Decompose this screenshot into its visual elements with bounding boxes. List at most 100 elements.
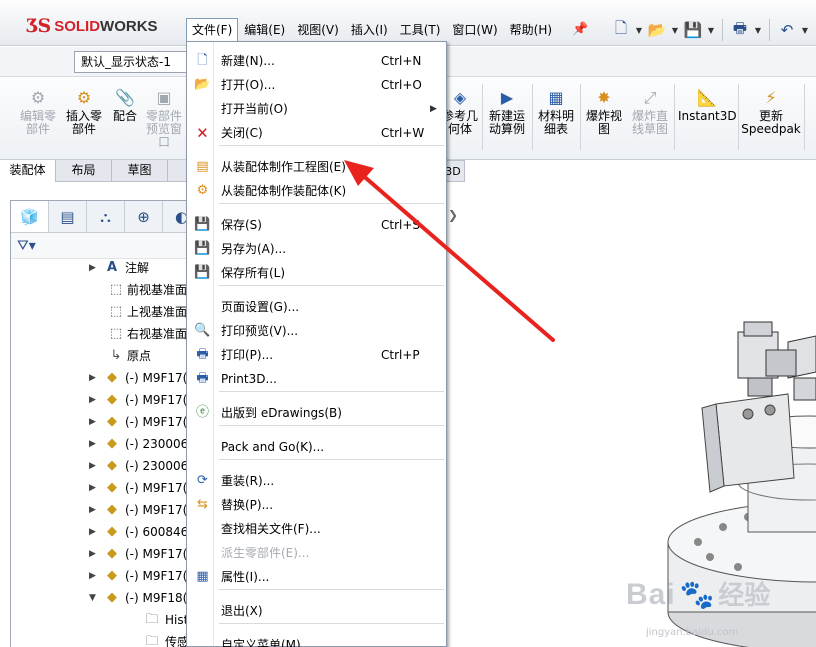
configuration-manager-icon[interactable]: ⛬ <box>87 201 125 232</box>
filter-icon[interactable]: ⛛▾ <box>17 238 36 254</box>
undo-icon[interactable]: ↶ <box>776 19 798 41</box>
tree-item[interactable]: ▼ ◆ (-) M9F18( <box>11 587 201 609</box>
menu-window[interactable]: 窗口(W) <box>446 18 503 42</box>
part-preview-button[interactable]: ▣ 零部件 预览窗 口 <box>142 88 186 149</box>
expand-arrow-icon[interactable]: ▶ <box>89 411 99 433</box>
explode-line-icon: ⤢ <box>643 88 657 107</box>
tree-item[interactable]: ↳ 原点 <box>11 345 201 367</box>
tree-item[interactable]: ▶ ◆ (-) M9F17( <box>11 367 201 389</box>
file-menu-item[interactable]: 📂 打开(O)... Ctrl+O <box>187 73 446 97</box>
file-menu-item[interactable]: 🔍 打印预览(V)... <box>187 319 446 343</box>
file-menu-item[interactable]: 退出(X) <box>187 599 446 623</box>
file-menu-item[interactable]: 🗙 关闭(C) Ctrl+W <box>187 121 446 145</box>
expand-arrow-icon[interactable]: ▶ <box>89 433 99 455</box>
expand-arrow-icon[interactable]: ▶ <box>89 521 99 543</box>
chevron-down-icon[interactable]: ▼ <box>706 19 716 41</box>
save-icon[interactable]: 💾 <box>682 19 704 41</box>
tree-item[interactable]: ▶ ◆ (-) M9F17( <box>11 499 201 521</box>
tree-item[interactable]: ▶ ◆ (-) M9F17( <box>11 543 201 565</box>
tree-item[interactable]: ▶ ◆ (-) M9F17( <box>11 411 201 433</box>
tree-item[interactable]: ▶ ◆ (-) 230006 <box>11 455 201 477</box>
expand-arrow-icon[interactable]: ▶ <box>89 565 99 587</box>
expand-arrow-icon[interactable]: ▶ <box>89 367 99 389</box>
expand-arrow-icon[interactable]: ▶ <box>89 455 99 477</box>
shortcut-text: Ctrl+O <box>381 78 422 92</box>
chevron-down-icon[interactable]: ▼ <box>753 19 763 41</box>
expand-arrow-icon[interactable]: ▶ <box>89 389 99 411</box>
tree-item[interactable]: ⬚ 前视基准面 <box>11 279 201 301</box>
file-menu-item[interactable]: 🖶 Print3D... <box>187 367 446 391</box>
tree-item[interactable]: ▶ ◆ (-) M9F17( <box>11 565 201 587</box>
tree-item[interactable]: ▶ ◆ (-) M9F17( <box>11 477 201 499</box>
tree-item[interactable]: ⬚ 右视基准面 <box>11 323 201 345</box>
chevron-down-icon[interactable]: ▼ <box>670 19 680 41</box>
print-icon[interactable]: 🖶 <box>729 19 751 41</box>
expand-arrow-icon[interactable]: ▶ <box>89 499 99 521</box>
chevron-down-icon[interactable]: ▼ <box>634 19 644 41</box>
insert-part-button[interactable]: ⚙ 插入零 部件 <box>62 88 106 136</box>
expand-arrow-icon[interactable]: ▶ <box>89 257 99 279</box>
tree-item[interactable]: ▶ A 注解 <box>11 257 201 279</box>
explode-line-sketch-button[interactable]: ⤢ 爆炸直 线草图 <box>628 88 672 136</box>
expand-arrow-icon[interactable]: ▶ <box>89 543 99 565</box>
file-menu-item[interactable]: 页面设置(G)... <box>187 295 446 319</box>
command-separator <box>674 84 675 150</box>
tab-sketch[interactable]: 草图 <box>112 160 168 182</box>
file-menu-item[interactable]: ⚙ 从装配体制作装配体(K) <box>187 179 446 203</box>
property-manager-icon[interactable]: ▤ <box>49 201 87 232</box>
chevron-right-icon[interactable]: ❯ <box>448 208 458 222</box>
file-menu-item[interactable]: ▤ 从装配体制作工程图(E) <box>187 155 446 179</box>
mate-button[interactable]: 📎 配合 <box>106 88 144 123</box>
file-menu-item[interactable]: 🗋 新建(N)... Ctrl+N <box>187 49 446 73</box>
part-preview-icon: ▣ <box>156 88 172 107</box>
tree-item[interactable]: 🗀 传感器 <box>11 631 201 647</box>
file-menu-item[interactable]: 💾 保存(S) Ctrl+S <box>187 213 446 237</box>
edit-part-label: 编辑零 部件 <box>19 109 56 136</box>
menu-edit[interactable]: 编辑(E) <box>238 18 291 42</box>
file-menu-item[interactable]: 💾 保存所有(L) <box>187 261 446 285</box>
tree-item[interactable]: ⬚ 上视基准面 <box>11 301 201 323</box>
file-menu-item-label: Pack and Go(K)... <box>221 440 325 454</box>
exploded-view-button[interactable]: ✸ 爆炸视 图 <box>582 88 626 136</box>
new-motion-study-button[interactable]: ▶ 新建运 动算例 <box>484 88 530 136</box>
menu-file[interactable]: 文件(F) <box>186 18 239 42</box>
display-state-dropdown[interactable]: 默认_显示状态-1 <box>74 51 192 73</box>
menu-view[interactable]: 视图(V) <box>291 18 345 42</box>
dimxpert-icon[interactable]: ⊕ <box>125 201 163 232</box>
tab-layout[interactable]: 布局 <box>56 160 112 182</box>
tree-item[interactable]: ▶ ◆ (-) 600846 <box>11 521 201 543</box>
tab-assembly[interactable]: 装配体 <box>0 160 56 182</box>
chevron-down-icon[interactable]: ▼ <box>800 19 810 41</box>
file-menu-item[interactable]: ⇆ 替换(P)... <box>187 493 446 517</box>
file-menu-item[interactable]: 派生零部件(E)... <box>187 541 446 565</box>
file-menu-item[interactable]: 查找相关文件(F)... <box>187 517 446 541</box>
tree-item-label: (-) M9F17( <box>125 393 188 407</box>
file-menu-item[interactable]: 自定义菜单(M) <box>187 633 446 647</box>
file-menu-item[interactable]: 💾 另存为(A)... <box>187 237 446 261</box>
menu-help[interactable]: 帮助(H) <box>504 18 558 42</box>
bom-button[interactable]: ▦ 材料明 细表 <box>534 88 578 136</box>
file-menu-item[interactable]: ⟳ 重装(R)... <box>187 469 446 493</box>
tree-item[interactable]: ▶ ◆ (-) M9F17( <box>11 389 201 411</box>
menu-insert[interactable]: 插入(I) <box>345 18 394 42</box>
file-menu-item[interactable]: ▦ 属性(I)... <box>187 565 446 589</box>
collapse-arrow-icon[interactable]: ▼ <box>89 587 99 609</box>
menu-tools[interactable]: 工具(T) <box>394 18 447 42</box>
tree-item[interactable]: ▶ ◆ (-) 230006 <box>11 433 201 455</box>
file-menu-item[interactable]: Pack and Go(K)... <box>187 435 446 459</box>
feature-manager-tree-icon[interactable]: 🧊 <box>11 201 49 232</box>
file-menu-item-label: 退出(X) <box>221 604 263 618</box>
file-menu-item[interactable]: ⓔ 出版到 eDrawings(B) <box>187 401 446 425</box>
open-folder-icon[interactable]: 📂 <box>646 19 668 41</box>
new-document-icon[interactable]: 🗋 <box>610 19 632 41</box>
solidworks-logo[interactable]: ƷS SOLID WORKS <box>26 14 158 38</box>
shortcut-text: Ctrl+P <box>381 348 420 362</box>
pin-menu-icon[interactable]: 📌 <box>572 22 588 37</box>
instant3d-button[interactable]: 📐 Instant3D <box>678 88 737 123</box>
expand-arrow-icon[interactable]: ▶ <box>89 477 99 499</box>
file-menu-item[interactable]: 🖶 打印(P)... Ctrl+P <box>187 343 446 367</box>
edit-part-button[interactable]: ⚙ 编辑零 部件 <box>16 88 60 136</box>
update-speedpak-button[interactable]: ⚡ 更新 Speedpak <box>740 88 802 136</box>
tree-item[interactable]: 🗀 Histor <box>11 609 201 631</box>
file-menu-item[interactable]: 打开当前(O) ▶ <box>187 97 446 121</box>
